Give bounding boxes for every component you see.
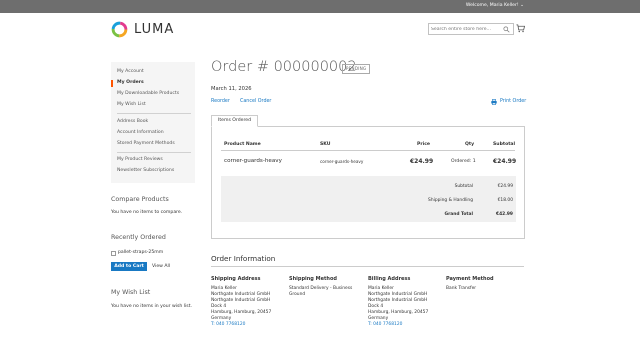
cart-icon[interactable] <box>516 24 525 33</box>
payment-method-line: Bank Transfer <box>446 286 477 291</box>
subtotal-label: Subtotal <box>454 184 473 189</box>
item-qty-value: 1 <box>472 159 476 164</box>
grand-total-value: €42.99 <box>496 212 513 217</box>
page-title: Order # 000000002 <box>211 59 357 75</box>
shipping-handling-label: Shipping & Handling <box>428 198 473 203</box>
sidebar-item-address-book[interactable]: Address Book <box>117 119 148 124</box>
table-header-divider <box>221 150 515 151</box>
print-icon[interactable] <box>491 99 497 105</box>
shipping-address-block: Maria Keller Northgate Industrial GmbH N… <box>211 286 271 328</box>
wishlist-title: My Wish List <box>111 289 151 296</box>
billing-address-block: Maria Keller Northgate Industrial GmbH N… <box>368 286 428 328</box>
view-all-link[interactable]: View All <box>152 264 170 269</box>
payment-method-title: Payment Method <box>446 276 494 282</box>
nav-active-indicator <box>111 80 113 87</box>
item-subtotal: €24.99 <box>493 158 517 165</box>
add-to-cart-button[interactable]: Add to Cart <box>111 262 147 271</box>
payment-method-block: Bank Transfer <box>446 286 476 292</box>
item-qty: Ordered: 1 <box>451 159 476 164</box>
top-bar <box>0 0 640 13</box>
order-date: March 11, 2026 <box>211 86 252 92</box>
welcome-message[interactable]: Welcome, Maria Keller! ⌄ <box>466 3 524 8</box>
recently-ordered-title: Recently Ordered <box>111 234 166 241</box>
sidebar-item-account-information[interactable]: Account Information <box>117 130 164 135</box>
search-icon[interactable] <box>503 26 510 33</box>
account-navigation: My Account My Orders My Downloadable Pro… <box>111 62 195 183</box>
recent-item-checkbox[interactable] <box>111 251 116 256</box>
sidebar-item-product-reviews[interactable]: My Product Reviews <box>117 157 163 162</box>
search-box[interactable] <box>428 23 514 35</box>
sidebar-item-my-account[interactable]: My Account <box>117 69 144 74</box>
sidebar-item-newsletter-subscriptions[interactable]: Newsletter Subscriptions <box>117 168 174 173</box>
billing-phone-link[interactable]: T: 040 7768120 <box>368 322 428 328</box>
billing-address-title: Billing Address <box>368 276 411 282</box>
nav-divider <box>117 113 191 114</box>
column-header-sku: SKU <box>320 142 331 147</box>
cancel-order-link[interactable]: Cancel Order <box>240 99 271 104</box>
shipping-handling-value: €18.00 <box>497 198 513 203</box>
column-header-product-name: Product Name <box>224 142 261 147</box>
subtotal-value: €24.99 <box>497 184 513 189</box>
compare-title: Compare Products <box>111 196 169 203</box>
item-qty-label: Ordered: <box>451 159 472 164</box>
sidebar-item-wish-list[interactable]: My Wish List <box>117 102 146 107</box>
item-price: €24.99 <box>410 158 434 165</box>
nav-divider <box>117 152 191 153</box>
shipping-method-block: Standard Delivery - Business Ground <box>289 286 352 298</box>
wishlist-empty-text: You have no items in your wish list. <box>111 304 192 309</box>
shipping-method-title: Shipping Method <box>289 276 337 282</box>
sidebar-item-my-orders[interactable]: My Orders <box>117 80 144 85</box>
order-information-title: Order Information <box>211 254 276 263</box>
order-information-divider <box>211 266 524 267</box>
recent-item-name[interactable]: pallet-straps-25mm <box>118 250 163 255</box>
item-product-name: corner-guards-heavy <box>224 158 282 164</box>
sidebar-item-stored-payment-methods[interactable]: Stored Payment Methods <box>117 141 175 146</box>
reorder-link[interactable]: Reorder <box>211 99 230 104</box>
shipping-address-title: Shipping Address <box>211 276 261 282</box>
tab-items-ordered[interactable]: Items Ordered <box>211 115 258 127</box>
print-order-link[interactable]: Print Order <box>500 99 526 104</box>
sidebar-item-downloadable-products[interactable]: My Downloadable Products <box>117 91 179 96</box>
shipping-phone-link[interactable]: T: 040 7768120 <box>211 322 271 328</box>
luma-logo-icon[interactable] <box>111 21 128 38</box>
status-badge: PENDING <box>342 64 371 74</box>
grand-total-label: Grand Total <box>444 212 473 217</box>
logo-text[interactable]: LUMA <box>134 22 174 37</box>
compare-empty-text: You have no items to compare. <box>111 210 183 215</box>
item-sku: corner-guards-heavy <box>320 159 364 164</box>
shipping-method-line: Ground <box>289 292 306 297</box>
search-input[interactable] <box>431 25 501 34</box>
column-header-subtotal: Subtotal <box>493 142 516 147</box>
column-header-qty: Qty <box>465 142 475 147</box>
column-header-price: Price <box>417 142 431 147</box>
